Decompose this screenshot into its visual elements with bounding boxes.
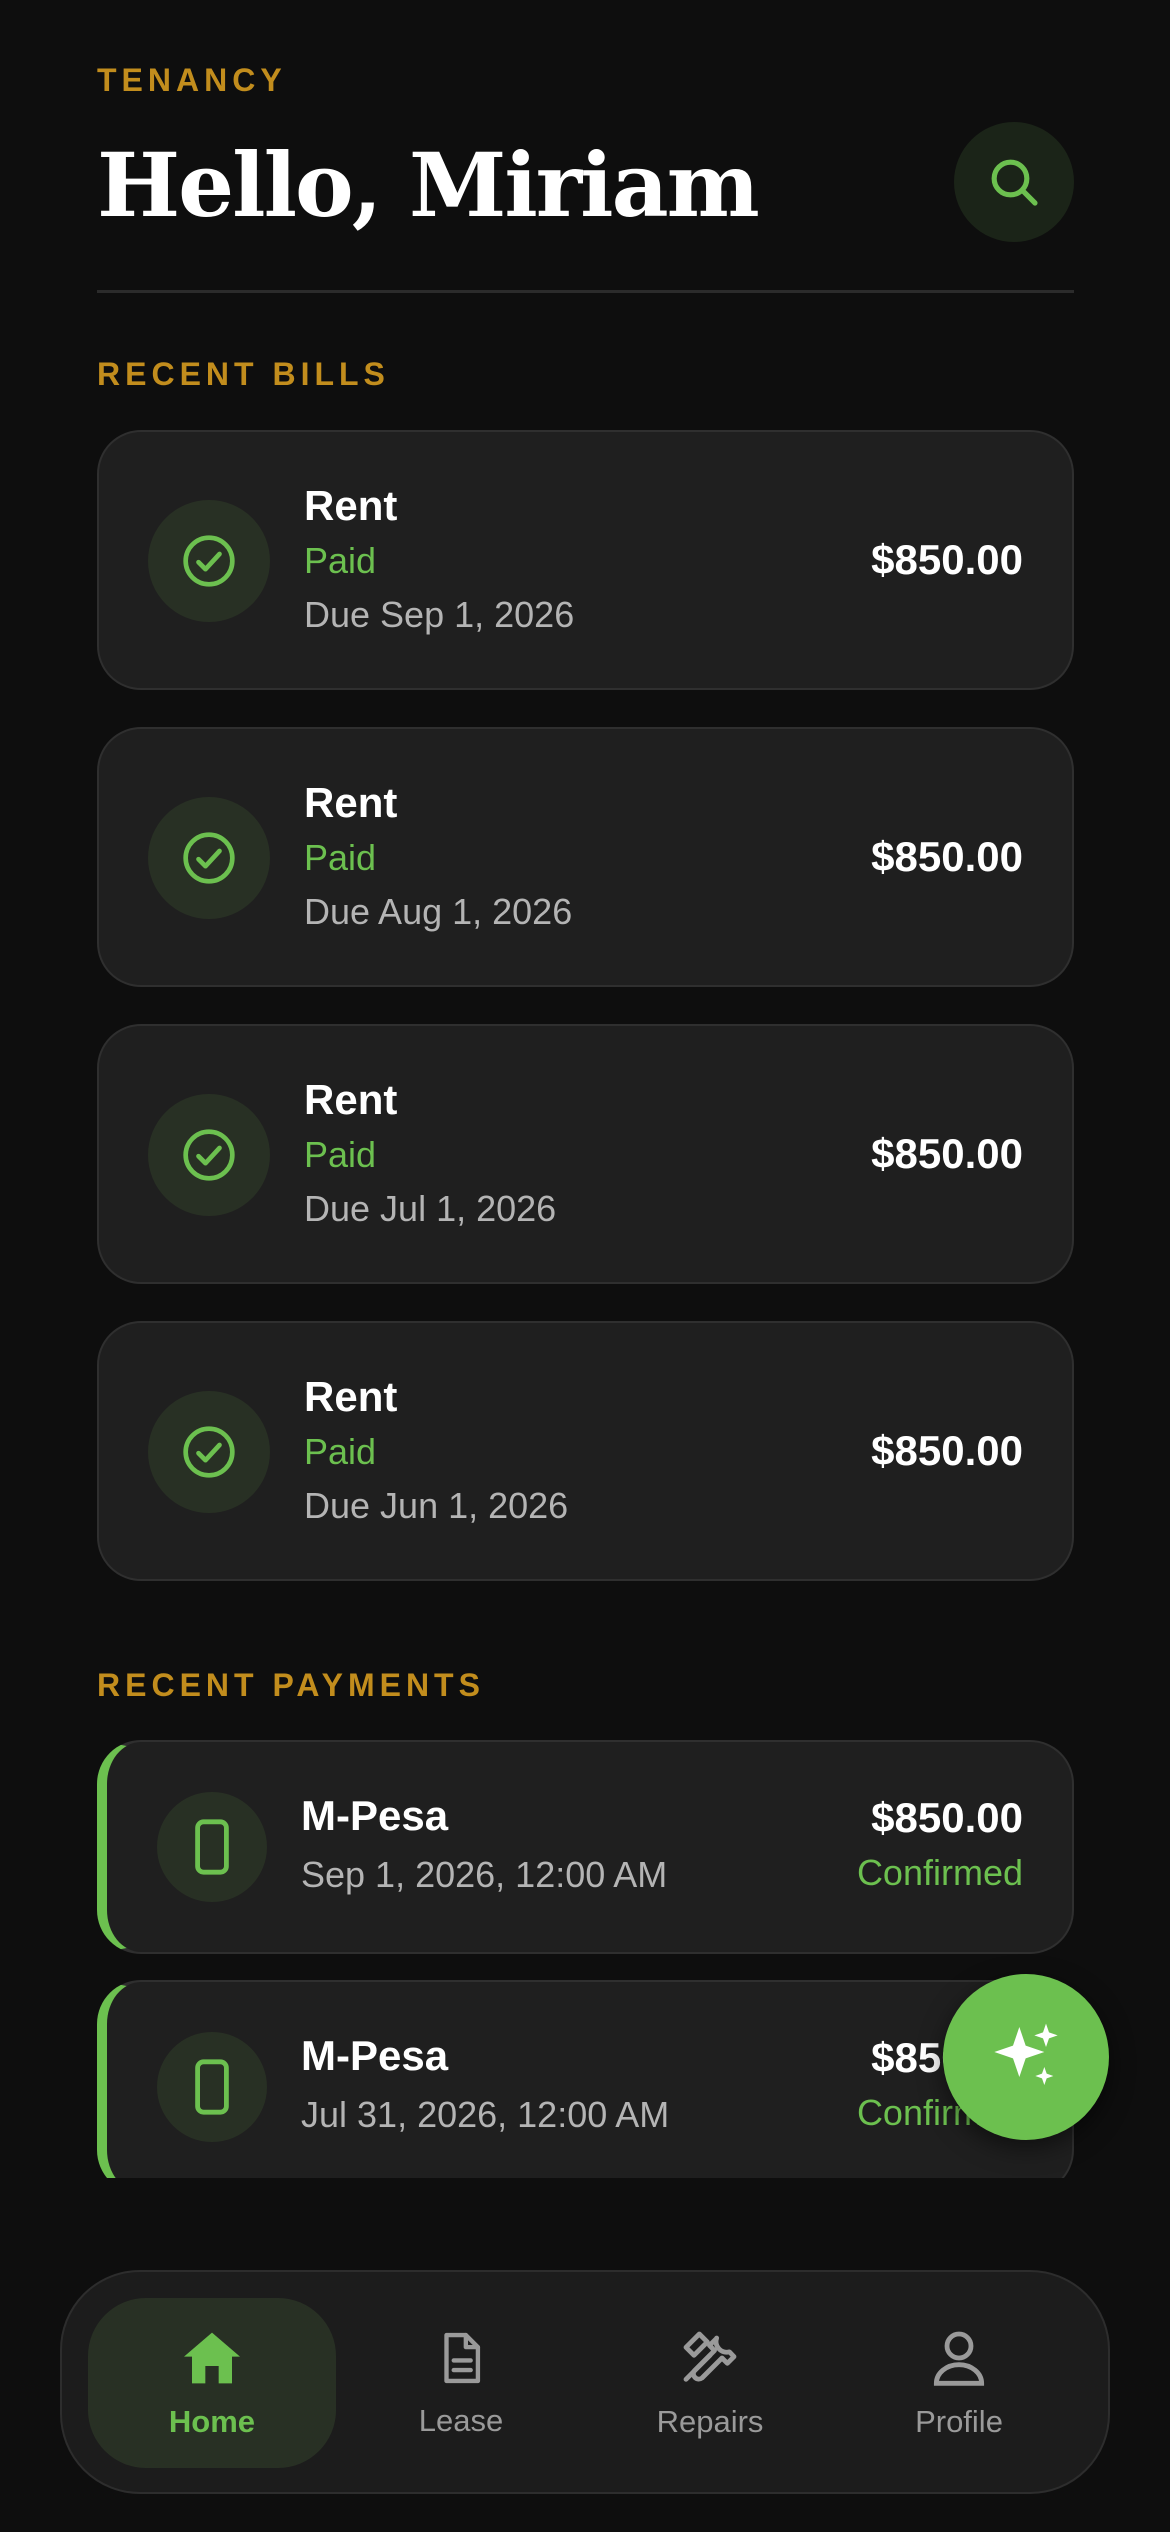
bill-card[interactable]: Rent Paid Due Jun 1, 2026 $850.00 [97, 1321, 1074, 1581]
search-button[interactable] [954, 122, 1074, 242]
bill-title: Rent [304, 1373, 398, 1420]
app-eyebrow: TENANCY [97, 62, 287, 98]
payment-card[interactable]: M-Pesa Jul 31, 2026, 12:00 AM $850.00 Co… [97, 1980, 1074, 2178]
bill-title: Rent [304, 779, 398, 826]
nav-item-lease[interactable]: Lease [337, 2298, 585, 2468]
payment-card[interactable]: M-Pesa Sep 1, 2026, 12:00 AM $850.00 Con… [97, 1740, 1074, 1954]
bill-due-date: Due Jun 1, 2026 [304, 1485, 569, 1526]
nav-label: Lease [418, 2403, 504, 2438]
nav-item-profile[interactable]: Profile [835, 2298, 1083, 2468]
bill-card[interactable]: Rent Paid Due Aug 1, 2026 $850.00 [97, 727, 1074, 987]
check-circle-icon [183, 832, 235, 884]
bill-amount: $850.00 [871, 833, 1023, 880]
bill-status: Paid [304, 1431, 377, 1472]
search-icon [991, 159, 1038, 206]
bill-status-icon-wrap [148, 797, 270, 919]
assistant-fab-button[interactable] [943, 1974, 1109, 2140]
payment-amount: $850.00 [871, 1794, 1023, 1841]
payment-date: Sep 1, 2026, 12:00 AM [301, 1854, 668, 1895]
tools-icon [683, 2331, 737, 2382]
payment-date: Jul 31, 2026, 12:00 AM [301, 2094, 670, 2135]
sparkles-icon [994, 2023, 1058, 2085]
bill-card[interactable]: Rent Paid Due Jul 1, 2026 $850.00 [97, 1024, 1074, 1284]
document-icon [444, 2332, 481, 2384]
header-divider [97, 290, 1074, 293]
user-icon [933, 2331, 985, 2386]
bill-status: Paid [304, 540, 377, 581]
bill-amount: $850.00 [871, 536, 1023, 583]
bill-amount: $850.00 [871, 1427, 1023, 1474]
payment-status: Confirmed [856, 1852, 1023, 1893]
bill-due-date: Due Aug 1, 2026 [304, 891, 573, 932]
payment-method: M-Pesa [301, 2032, 449, 2079]
nav-item-repairs[interactable]: Repairs [586, 2298, 834, 2468]
recent-payments-label: RECENT PAYMENTS [97, 1667, 485, 1703]
nav-label: Home [168, 2404, 256, 2439]
payment-icon-wrap [157, 2032, 267, 2142]
bill-due-date: Due Jul 1, 2026 [304, 1188, 557, 1229]
bill-status-icon-wrap [148, 500, 270, 622]
bottom-nav: Home Lease Repairs Profile [60, 2270, 1110, 2494]
recent-bills-label: RECENT BILLS [97, 356, 390, 392]
check-circle-icon [183, 1129, 235, 1181]
nav-item-home[interactable]: Home [88, 2298, 336, 2468]
home-icon [184, 2332, 240, 2384]
phone-icon [195, 1819, 229, 1875]
bill-card[interactable]: Rent Paid Due Sep 1, 2026 $850.00 [97, 430, 1074, 690]
tenant-home-screen: TENANCY Hello, Miriam RECENT BILLS Rent … [0, 0, 1170, 2532]
payment-method: M-Pesa [301, 1792, 449, 1839]
bill-title: Rent [304, 482, 398, 529]
bill-due-date: Due Sep 1, 2026 [304, 594, 575, 635]
phone-icon [195, 2059, 229, 2115]
bill-amount: $850.00 [871, 1130, 1023, 1177]
bill-title: Rent [304, 1076, 398, 1123]
check-circle-icon [183, 1426, 235, 1478]
bill-status: Paid [304, 1134, 377, 1175]
bill-status: Paid [304, 837, 377, 878]
payment-icon-wrap [157, 1792, 267, 1902]
bill-status-icon-wrap [148, 1094, 270, 1216]
nav-label: Profile [915, 2404, 1003, 2439]
bill-status-icon-wrap [148, 1391, 270, 1513]
page-title: Hello, Miriam [97, 133, 760, 237]
nav-label: Repairs [656, 2404, 764, 2439]
check-circle-icon [183, 535, 235, 587]
